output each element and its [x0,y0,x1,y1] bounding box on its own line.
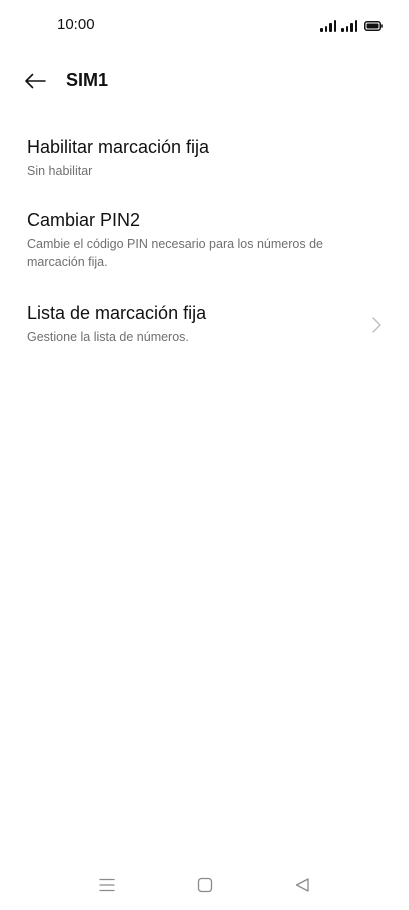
setting-change-pin2[interactable]: Cambiar PIN2 Cambie el código PIN necesa… [0,208,409,271]
app-bar: SIM1 [0,58,409,104]
signal-sim1-icon [320,20,336,32]
home-button[interactable] [194,876,216,894]
setting-title: Lista de marcación fija [27,303,207,323]
setting-enable-fixed-dialing[interactable]: Habilitar marcación fija Sin habilitar [0,135,409,180]
navigation-bar [0,868,409,904]
back-button[interactable] [20,68,50,94]
menu-icon [99,878,115,892]
setting-title: Cambiar PIN2 [27,210,141,230]
setting-fixed-dialing-list[interactable]: Lista de marcación fija Gestione la list… [0,301,409,346]
back-triangle-icon [295,878,309,892]
setting-title: Habilitar marcación fija [27,137,210,157]
setting-subtitle: Sin habilitar [27,164,93,178]
signal-sim2-icon [341,20,357,32]
setting-subtitle: Cambie el código PIN necesario para los … [27,237,323,269]
status-icons [320,18,383,32]
arrow-left-icon [25,73,46,89]
nav-back-button[interactable] [291,876,313,894]
chevron-right-icon [372,317,381,333]
home-square-icon [197,877,213,893]
setting-subtitle: Gestione la lista de números. [27,330,189,344]
status-time: 10:00 [57,16,95,33]
page-title: SIM1 [66,70,109,90]
status-bar: 10:00 [0,0,409,50]
battery-icon [364,21,383,31]
recents-button[interactable] [96,876,118,894]
